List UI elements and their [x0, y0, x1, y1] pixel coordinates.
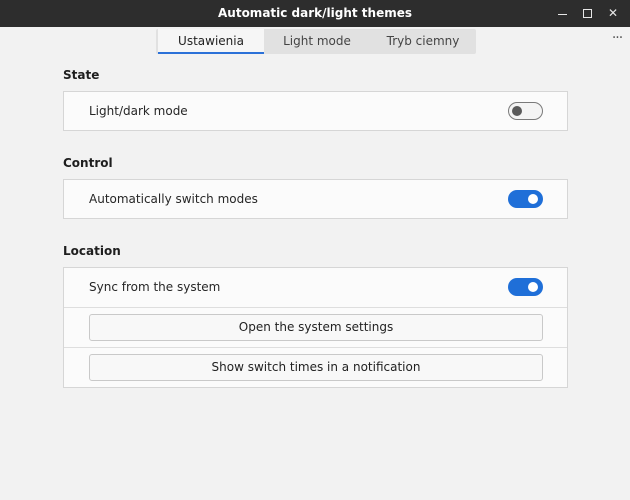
maximize-icon[interactable] — [578, 4, 598, 23]
toggle-knob — [512, 106, 522, 116]
tab-ustawienia[interactable]: Ustawienia — [158, 29, 264, 54]
sync-system-row: Sync from the system — [64, 268, 567, 308]
window-title: Automatic dark/light themes — [218, 6, 412, 20]
state-card: Light/dark mode — [63, 91, 568, 131]
light-dark-mode-label: Light/dark mode — [89, 104, 188, 118]
sync-system-label: Sync from the system — [89, 280, 221, 294]
auto-switch-row: Automatically switch modes — [64, 180, 567, 220]
light-dark-mode-row: Light/dark mode — [64, 92, 567, 132]
toggle-knob — [528, 282, 538, 292]
section-title-control: Control — [63, 156, 113, 170]
show-switch-times-row: Show switch times in a notification — [64, 348, 567, 388]
location-card: Sync from the system Open the system set… — [63, 267, 568, 388]
sync-system-toggle[interactable] — [508, 278, 543, 296]
control-card: Automatically switch modes — [63, 179, 568, 219]
section-title-state: State — [63, 68, 100, 82]
open-settings-row: Open the system settings — [64, 308, 567, 348]
tab-light-mode[interactable]: Light mode — [264, 29, 370, 54]
close-icon[interactable]: ✕ — [603, 4, 623, 23]
tab-bar: Ustawienia Light mode Tryb ciemny — [156, 29, 476, 54]
tab-tryb-ciemny[interactable]: Tryb ciemny — [370, 29, 476, 54]
auto-switch-toggle[interactable] — [508, 190, 543, 208]
title-bar: Automatic dark/light themes ✕ — [0, 0, 630, 27]
section-title-location: Location — [63, 244, 121, 258]
toggle-knob — [528, 194, 538, 204]
show-switch-times-button[interactable]: Show switch times in a notification — [89, 354, 543, 381]
light-dark-mode-toggle[interactable] — [508, 102, 543, 120]
minimize-icon[interactable] — [553, 4, 573, 23]
open-system-settings-button[interactable]: Open the system settings — [89, 314, 543, 341]
auto-switch-label: Automatically switch modes — [89, 192, 258, 206]
more-options-icon[interactable]: ··· — [608, 31, 626, 47]
